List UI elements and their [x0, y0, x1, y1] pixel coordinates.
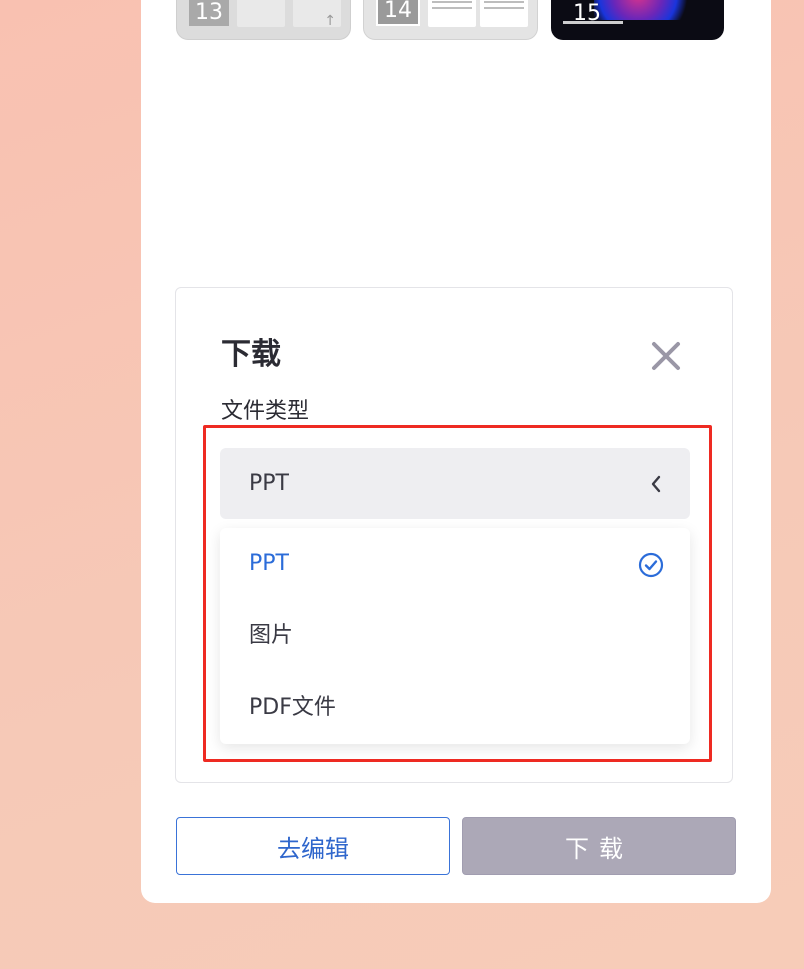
download-button[interactable]: 下载 [462, 817, 736, 875]
thumbnail-page-preview [480, 0, 528, 27]
download-dialog: 下载 文件类型 PPT PPT 图片 PDF文件 [175, 287, 733, 783]
file-type-label: 文件类型 [221, 399, 310, 424]
dialog-title: 下载 [221, 337, 281, 372]
slide-thumbnail-14[interactable]: 14 [363, 0, 538, 40]
slide-number: 13 [189, 0, 229, 26]
slide-thumbnail-13[interactable]: ↑ 13 [176, 0, 351, 40]
slide-number: 15 [573, 1, 601, 26]
edit-button[interactable]: 去编辑 [176, 817, 450, 875]
option-label: 图片 [249, 623, 294, 648]
option-label: PPT [249, 551, 289, 576]
option-label: PDF文件 [249, 695, 336, 720]
check-circle-icon [638, 552, 664, 578]
close-button[interactable] [646, 336, 686, 376]
chevron-left-icon [646, 474, 666, 494]
file-type-dropdown: PPT 图片 PDF文件 [220, 528, 690, 744]
thumbnail-page-preview [428, 0, 476, 27]
slide-number: 14 [376, 0, 420, 26]
close-icon [652, 342, 680, 370]
file-type-selected-value: PPT [249, 471, 289, 496]
file-type-select[interactable]: PPT [220, 448, 690, 519]
slide-thumbnail-15[interactable]: 15 [551, 0, 724, 40]
file-type-option-image[interactable]: 图片 [220, 600, 690, 672]
thumbnail-graphic [594, 0, 704, 20]
file-type-option-ppt[interactable]: PPT [220, 528, 690, 600]
file-type-option-pdf[interactable]: PDF文件 [220, 672, 690, 744]
arrow-up-icon: ↑ [324, 13, 336, 29]
thumbnail-page-preview [237, 0, 285, 27]
